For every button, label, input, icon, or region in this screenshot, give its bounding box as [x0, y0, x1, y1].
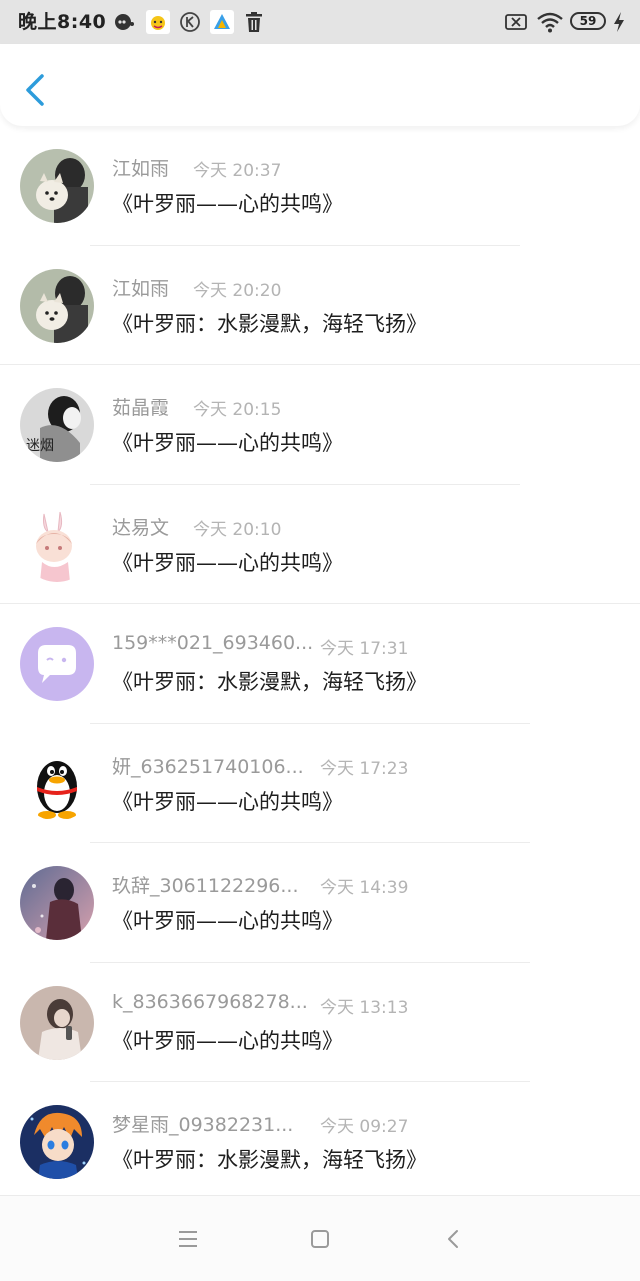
- avatar[interactable]: [20, 149, 94, 223]
- sender-name: k_8363667968278...: [112, 990, 308, 1013]
- avatar-text: 迷烟: [26, 438, 54, 454]
- yellow-app-icon: [146, 10, 170, 34]
- avatar[interactable]: [20, 985, 94, 1060]
- avatar[interactable]: [20, 1105, 94, 1179]
- sim-off-icon: [505, 14, 527, 30]
- message-text: 《叶罗丽——心的共鸣》: [112, 789, 343, 814]
- message-text: 《叶罗丽——心的共鸣》: [112, 1028, 343, 1053]
- message-time: 今天 09:27: [320, 1117, 409, 1137]
- sender-name: 江如雨: [112, 158, 170, 180]
- status-bar: 晚上8:40 59: [0, 0, 640, 44]
- sender-name: 达易文: [112, 516, 170, 539]
- list-item[interactable]: k_8363667968278... 今天 13:13 《叶罗丽——心的共鸣》: [0, 963, 640, 1082]
- list-item[interactable]: 玖辞_3061122296... 今天 14:39 《叶罗丽——心的共鸣》: [0, 843, 640, 963]
- sender-name: 159***021_693460...: [112, 632, 314, 654]
- list-item[interactable]: 达易文 今天 20:10 《叶罗丽——心的共鸣》: [0, 485, 640, 604]
- header-bar: [0, 44, 640, 126]
- message-time: 今天 20:20: [193, 280, 282, 301]
- message-time: 今天 20:10: [193, 519, 282, 540]
- list-item[interactable]: 妍_636251740106... 今天 17:23 《叶罗丽——心的共鸣》: [0, 724, 640, 843]
- avatar[interactable]: [20, 866, 94, 940]
- avatar[interactable]: [20, 746, 94, 821]
- message-time: 今天 14:39: [320, 878, 409, 898]
- list-item[interactable]: 梦星雨_09382231... 今天 09:27 《叶罗丽：水影漫默，海轻飞扬》: [0, 1082, 640, 1202]
- list-item[interactable]: 159***021_693460... 今天 17:31 《叶罗丽：水影漫默，海…: [0, 604, 640, 724]
- message-time: 今天 17:31: [320, 639, 409, 659]
- avatar[interactable]: 迷烟: [20, 388, 94, 462]
- menu-icon[interactable]: [173, 1224, 203, 1254]
- message-text: 《叶罗丽——心的共鸣》: [112, 192, 343, 216]
- message-time: 今天 20:15: [193, 400, 282, 420]
- message-time: 今天 13:13: [320, 997, 409, 1018]
- battery-icon: 59: [570, 12, 606, 30]
- sender-name: 梦星雨_09382231...: [112, 1114, 294, 1136]
- message-text: 《叶罗丽：水影漫默，海轻飞扬》: [112, 1148, 427, 1172]
- sender-name: 江如雨: [112, 277, 170, 300]
- wifi-icon: [537, 12, 563, 33]
- system-nav-bar: [0, 1195, 640, 1281]
- sender-name: 妍_636251740106...: [112, 755, 304, 778]
- bubble-icon: [115, 14, 134, 30]
- message-time: 今天 20:37: [193, 161, 282, 181]
- avatar[interactable]: [20, 268, 94, 343]
- message-list: 江如雨 今天 20:37 《叶罗丽——心的共鸣》 江如雨 今天 20:20 《叶…: [0, 126, 640, 1202]
- list-item[interactable]: 江如雨 今天 20:37 《叶罗丽——心的共鸣》: [0, 126, 640, 246]
- k-icon: [180, 12, 200, 32]
- message-text: 《叶罗丽：水影漫默，海轻飞扬》: [112, 311, 427, 336]
- status-time: 晚上8:40: [18, 11, 107, 33]
- chevron-left-icon[interactable]: [18, 70, 52, 110]
- sender-name: 茹晶霞: [112, 397, 170, 419]
- message-time: 今天 17:23: [320, 758, 409, 779]
- battery-level: 59: [579, 14, 597, 28]
- message-text: 《叶罗丽——心的共鸣》: [112, 909, 343, 933]
- list-item[interactable]: 江如雨 今天 20:20 《叶罗丽：水影漫默，海轻飞扬》: [0, 246, 640, 365]
- sender-name: 玖辞_3061122296...: [112, 875, 299, 897]
- trash-icon: [246, 12, 262, 32]
- charging-icon: [614, 12, 624, 32]
- message-text: 《叶罗丽：水影漫默，海轻飞扬》: [112, 670, 427, 694]
- list-item[interactable]: 迷烟 茹晶霞 今天 20:15 《叶罗丽——心的共鸣》: [0, 365, 640, 485]
- avatar[interactable]: [20, 627, 94, 701]
- message-text: 《叶罗丽——心的共鸣》: [112, 431, 343, 455]
- avatar[interactable]: [20, 507, 94, 582]
- home-square-icon[interactable]: [305, 1224, 335, 1254]
- message-text: 《叶罗丽——心的共鸣》: [112, 550, 343, 575]
- back-icon[interactable]: [439, 1224, 469, 1254]
- triangle-app-icon: [210, 10, 234, 34]
